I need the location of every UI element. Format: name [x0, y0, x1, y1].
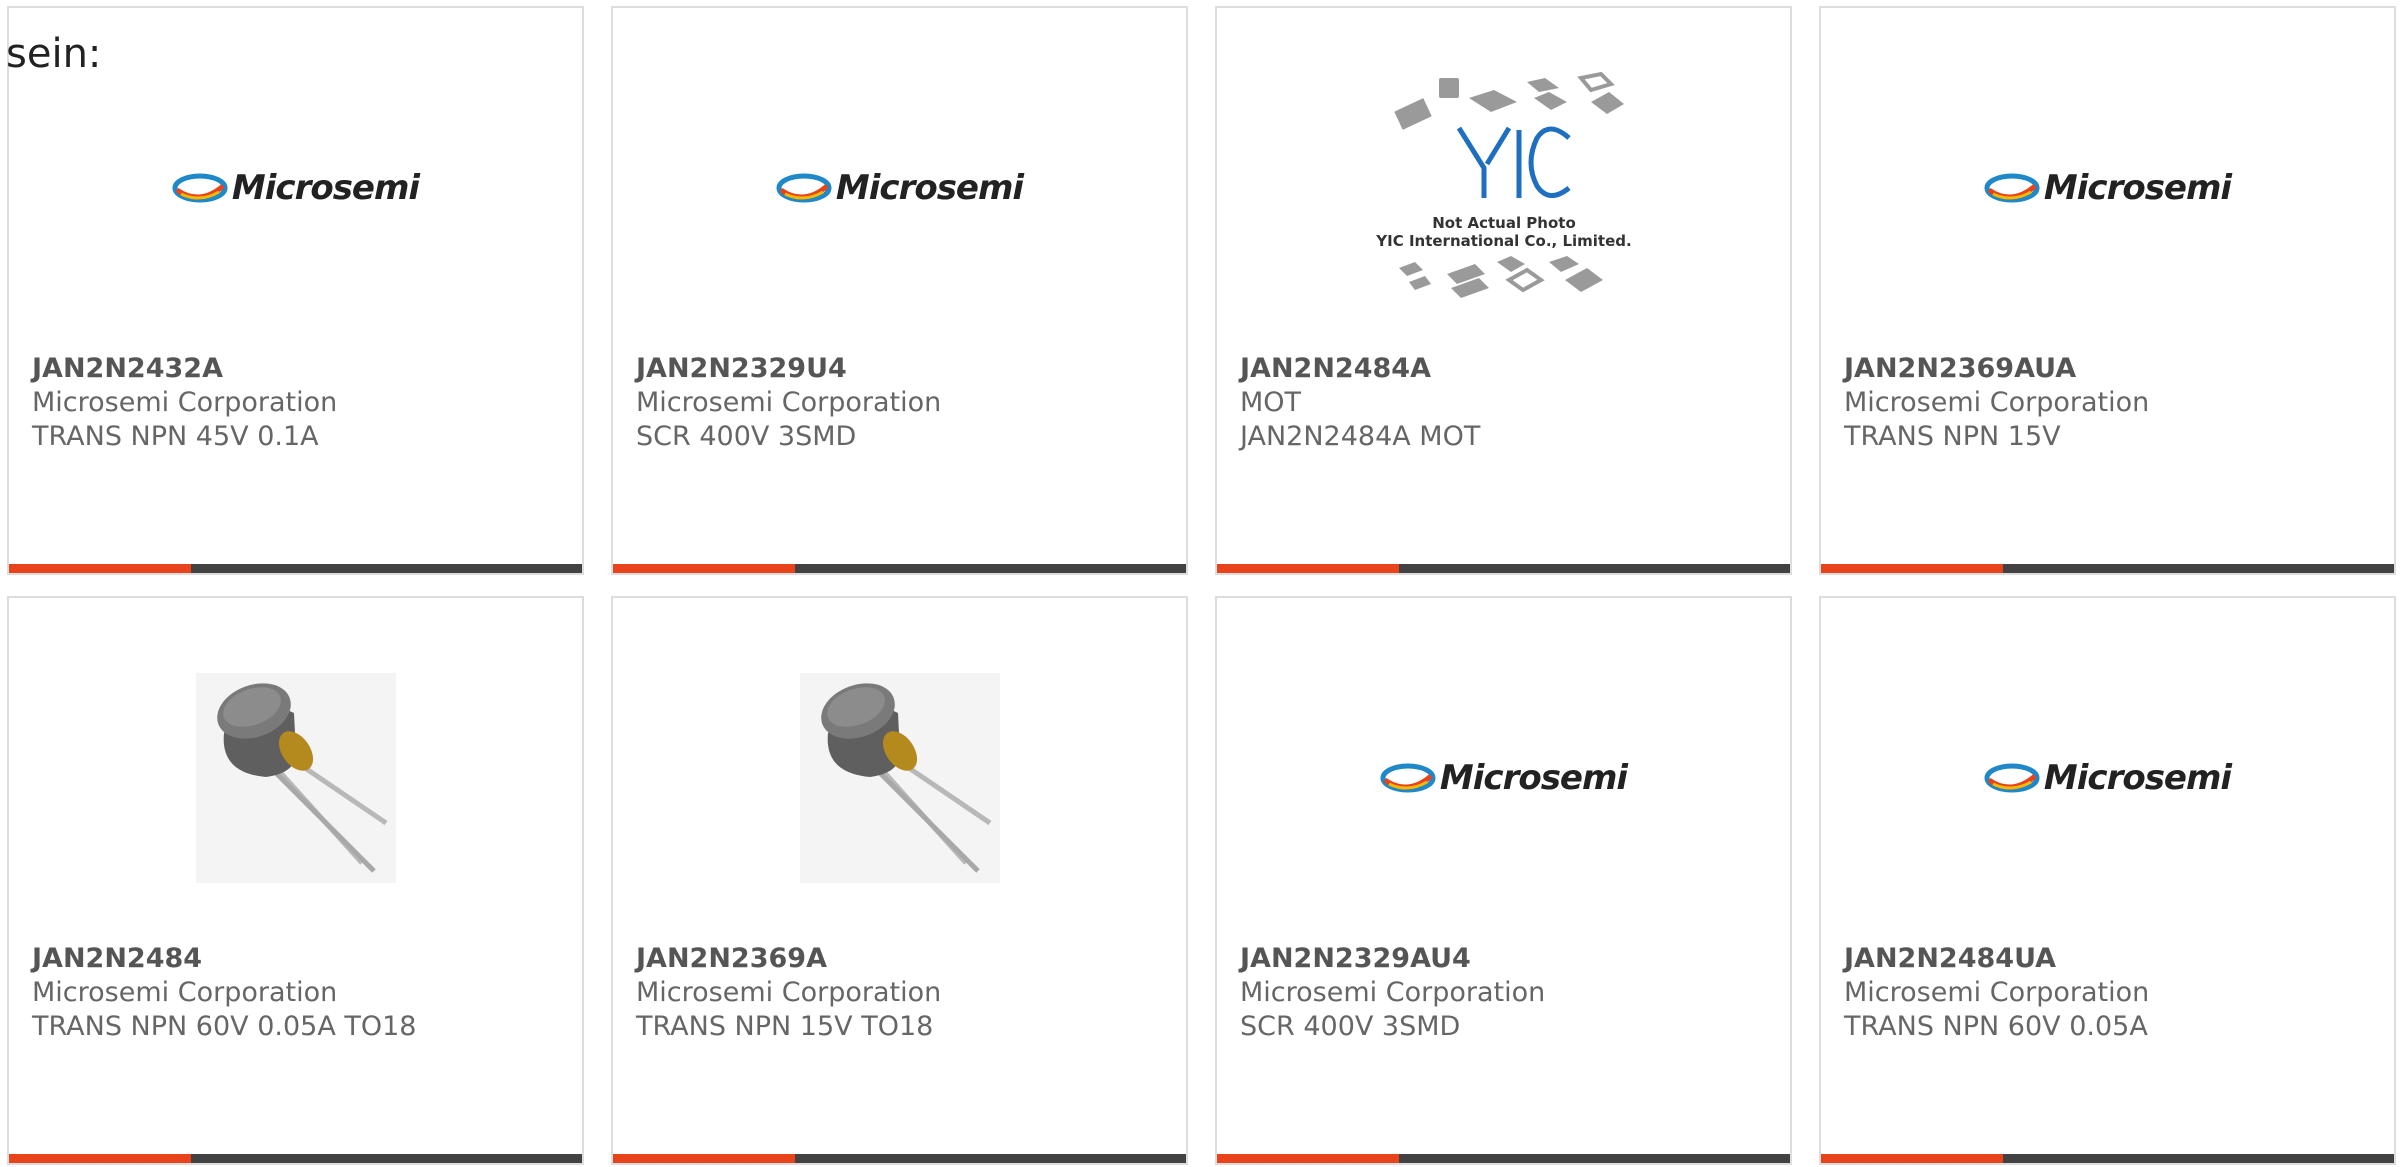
card-bottom-bar [613, 564, 1186, 573]
product-image[interactable]: Microsemi [1821, 68, 2394, 308]
card-bottom-bar [1217, 564, 1790, 573]
part-number[interactable]: JAN2N2484 [32, 942, 202, 976]
part-number[interactable]: JAN2N2484A [1240, 352, 1431, 386]
part-number[interactable]: JAN2N2329AU4 [1240, 942, 1471, 976]
microsemi-logo: Microsemi [776, 168, 1024, 208]
card-accent-bar [613, 1154, 795, 1163]
product-grid: Microsemi JAN2N2432A Microsemi Corporati… [0, 0, 2400, 1167]
product-image[interactable]: Not Actual Photo YIC International Co., … [1217, 68, 1790, 308]
card-bottom-bar [613, 1154, 1186, 1163]
description: TRANS NPN 15V [1844, 421, 2061, 452]
card-bottom-bar [9, 564, 582, 573]
card-accent-bar [1217, 564, 1399, 573]
part-number[interactable]: JAN2N2432A [32, 352, 223, 386]
description: TRANS NPN 60V 0.05A [1844, 1011, 2148, 1042]
chip-icons-bottom [1398, 256, 1603, 298]
card-bottom-bar [9, 1154, 582, 1163]
manufacturer: Microsemi Corporation [32, 387, 338, 418]
yic-placeholder-image: Not Actual Photo YIC International Co., … [1375, 71, 1631, 298]
product-image[interactable]: Microsemi [9, 68, 582, 308]
logo-wordmark: Microsemi [835, 168, 1024, 208]
microsemi-swoosh-icon [1984, 173, 2040, 203]
product-card[interactable]: Microsemi JAN2N2432A Microsemi Corporati… [7, 6, 584, 575]
product-card[interactable]: Microsemi JAN2N2329AU4 Microsemi Corpora… [1215, 596, 1792, 1165]
manufacturer: MOT [1240, 387, 1302, 418]
caption-line-2: YIC International Co., Limited. [1375, 232, 1631, 250]
manufacturer: Microsemi Corporation [636, 977, 942, 1008]
microsemi-logo: Microsemi [172, 168, 420, 208]
chip-icons-top [1393, 71, 1624, 130]
manufacturer: Microsemi Corporation [1240, 977, 1546, 1008]
part-number[interactable]: JAN2N2484UA [1844, 942, 2056, 976]
product-card[interactable]: Microsemi JAN2N2484UA Microsemi Corporat… [1819, 596, 2396, 1165]
description: SCR 400V 3SMD [1240, 1011, 1461, 1042]
card-accent-bar [1217, 1154, 1399, 1163]
card-accent-bar [613, 564, 795, 573]
product-card[interactable]: Not Actual Photo YIC International Co., … [1215, 6, 1792, 575]
microsemi-swoosh-icon [1984, 763, 2040, 793]
product-image[interactable] [9, 658, 582, 898]
to18-transistor-image [799, 673, 1000, 883]
product-card[interactable]: Microsemi JAN2N2329U4 Microsemi Corporat… [611, 6, 1188, 575]
manufacturer: Microsemi Corporation [1844, 977, 2150, 1008]
product-card[interactable]: Microsemi JAN2N2369AUA Microsemi Corpora… [1819, 6, 2396, 575]
product-image[interactable]: Microsemi [613, 68, 1186, 308]
microsemi-logo: Microsemi [1984, 758, 2232, 798]
description: SCR 400V 3SMD [636, 421, 857, 452]
card-accent-bar [9, 564, 191, 573]
product-card[interactable]: JAN2N2369A Microsemi Corporation TRANS N… [611, 596, 1188, 1165]
microsemi-swoosh-icon [172, 173, 228, 203]
microsemi-swoosh-icon [1380, 763, 1436, 793]
description: JAN2N2484A MOT [1240, 421, 1481, 452]
product-image[interactable]: Microsemi [1217, 658, 1790, 898]
to18-transistor-image [195, 673, 396, 883]
microsemi-swoosh-icon [776, 173, 832, 203]
logo-wordmark: Microsemi [2043, 758, 2232, 798]
product-card[interactable]: JAN2N2484 Microsemi Corporation TRANS NP… [7, 596, 584, 1165]
logo-wordmark: Microsemi [2043, 168, 2232, 208]
part-number[interactable]: JAN2N2369A [636, 942, 827, 976]
description: TRANS NPN 60V 0.05A TO18 [32, 1011, 417, 1042]
logo-wordmark: Microsemi [1439, 758, 1628, 798]
product-image[interactable]: Microsemi [1821, 658, 2394, 898]
card-accent-bar [9, 1154, 191, 1163]
caption-line-1: Not Actual Photo [1432, 214, 1576, 232]
manufacturer: Microsemi Corporation [636, 387, 942, 418]
manufacturer: Microsemi Corporation [1844, 387, 2150, 418]
intro-text: sein: [6, 31, 102, 77]
description: TRANS NPN 45V 0.1A [32, 421, 319, 452]
card-accent-bar [1821, 1154, 2003, 1163]
card-bottom-bar [1821, 1154, 2394, 1163]
card-accent-bar [1821, 564, 2003, 573]
yic-logo-icon [1456, 126, 1571, 198]
description: TRANS NPN 15V TO18 [636, 1011, 934, 1042]
product-image[interactable] [613, 658, 1186, 898]
manufacturer: Microsemi Corporation [32, 977, 338, 1008]
microsemi-logo: Microsemi [1380, 758, 1628, 798]
part-number[interactable]: JAN2N2329U4 [636, 352, 847, 386]
part-number[interactable]: JAN2N2369AUA [1844, 352, 2076, 386]
microsemi-logo: Microsemi [1984, 168, 2232, 208]
logo-wordmark: Microsemi [231, 168, 420, 208]
card-bottom-bar [1217, 1154, 1790, 1163]
card-bottom-bar [1821, 564, 2394, 573]
